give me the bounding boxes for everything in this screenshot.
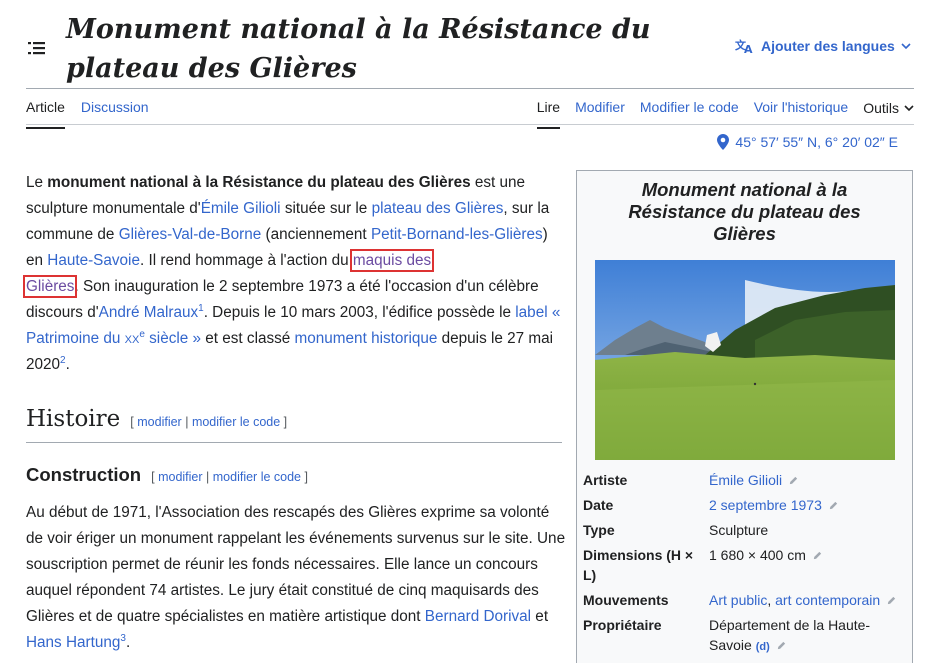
row-value: 2 septembre 1973 (709, 495, 908, 515)
wikidata-link[interactable]: (d) (756, 641, 770, 653)
bracket: [ (151, 470, 155, 484)
edit-section-link[interactable]: modifier (158, 470, 202, 484)
map-pin-icon (717, 134, 730, 150)
heading-text: Construction (26, 464, 142, 485)
text: . (65, 356, 70, 373)
infobox-row-proprietaire: Propriétaire Département de la Haute-Sav… (583, 615, 908, 657)
heading-text: Histoire (26, 406, 121, 432)
add-languages-label: Ajouter des langues (761, 38, 895, 54)
construction-section: Au début de 1971, l'Association des resc… (26, 500, 566, 656)
link-maquis-des-glieres[interactable]: maquis des (349, 249, 435, 272)
row-value: Art public, art contemporain (709, 590, 908, 610)
subject-bold: monument national à la Résistance du pla… (47, 174, 471, 191)
title-divider (26, 88, 914, 89)
infobox-row-date: Date 2 septembre 1973 (583, 495, 908, 515)
text: et (531, 608, 549, 625)
row-label: Dimensions (H × L) (583, 547, 694, 583)
row-label: Mouvements (583, 592, 669, 608)
edit-section-source-link[interactable]: modifier le code (213, 470, 301, 484)
landscape-image (595, 260, 895, 460)
infobox-title: Monument national à la Résistance du pla… (628, 179, 861, 244)
row-label: Propriétaire (583, 617, 662, 633)
link-monument-historique[interactable]: monument historique (295, 330, 438, 347)
pencil-icon[interactable] (828, 500, 839, 511)
text: (anciennement (261, 226, 371, 243)
owner-value: Département de la Haute-Savoie (709, 617, 871, 653)
svg-text:A: A (744, 43, 753, 54)
row-value: Département de la Haute-Savoie (d) (709, 615, 908, 657)
row-label: Date (583, 497, 614, 513)
infobox-row-artiste: Artiste Émile Gilioli (583, 470, 908, 490)
link-date[interactable]: 2 septembre 1973 (709, 497, 822, 513)
edit-section-source-link[interactable]: modifier le code (192, 415, 280, 429)
text: xx (124, 330, 140, 347)
text: . (125, 634, 131, 651)
add-languages-button[interactable]: 文 A Ajouter des langues (735, 38, 911, 54)
infobox-row-dimensions: Dimensions (H × L) 1 680 × 400 cm (583, 545, 908, 585)
link-plateau-des-glieres[interactable]: plateau des Glières (372, 200, 504, 217)
table-of-contents-icon[interactable] (27, 39, 47, 57)
page-title: Monument national à la Résistance du pla… (66, 14, 651, 84)
pencil-icon[interactable] (812, 550, 823, 561)
construction-paragraph: Au début de 1971, l'Association des resc… (26, 500, 566, 656)
chevron-down-icon (904, 105, 914, 112)
link-emile-gilioli[interactable]: Émile Gilioli (201, 200, 281, 217)
separator: | (185, 415, 189, 429)
link-glieres-val-de-borne[interactable]: Glières-Val-de-Borne (119, 226, 262, 243)
text: et est classé (201, 330, 295, 347)
coordinates-text: 45° 57′ 55″ N, 6° 20′ 02″ E (735, 134, 898, 150)
link-artist[interactable]: Émile Gilioli (709, 472, 782, 488)
coordinates-link[interactable]: 45° 57′ 55″ N, 6° 20′ 02″ E (717, 134, 898, 150)
infobox-row-mouvements: Mouvements Art public, art contemporain (583, 590, 908, 610)
link-andre-malraux[interactable]: André Malraux (99, 304, 198, 321)
bracket: ] (283, 415, 288, 429)
dimensions-value: 1 680 × 400 cm (709, 547, 806, 563)
link-hans-hartung[interactable]: Hans Hartung (26, 634, 120, 651)
bracket: ] (304, 470, 308, 484)
text: siècle » (144, 330, 202, 347)
monument-photo[interactable] (595, 260, 895, 460)
link-haute-savoie[interactable]: Haute-Savoie (47, 252, 140, 269)
edit-section-link[interactable]: modifier (137, 415, 181, 429)
chevron-down-icon (901, 43, 911, 50)
pencil-icon[interactable] (886, 595, 897, 606)
link-maquis-des-glieres-cont[interactable]: Glières (22, 275, 78, 298)
link-art-public[interactable]: Art public (709, 592, 767, 608)
pencil-icon[interactable] (776, 640, 787, 651)
separator: | (206, 470, 210, 484)
infobox-rows: Artiste Émile Gilioli Date 2 septembre 1… (583, 470, 908, 662)
bracket: [ (130, 415, 134, 429)
infobox: Monument national à la Résistance du pla… (576, 170, 913, 663)
link-art-contemporain[interactable]: art contemporain (775, 592, 880, 608)
text: Le (26, 174, 48, 191)
row-label: Type (583, 522, 615, 538)
row-value: Émile Gilioli (709, 470, 908, 490)
row-value: 1 680 × 400 cm (709, 545, 908, 585)
intro-paragraph: Le monument national à la Résistance du … (22, 170, 566, 378)
article-intro: Le monument national à la Résistance du … (22, 170, 566, 378)
link-petit-bornand[interactable]: Petit-Bornand-les-Glières (371, 226, 543, 243)
section-heading-construction: Construction [ modifier | modifier le cod… (26, 464, 566, 486)
tools-label: Outils (863, 100, 899, 116)
row-label: Artiste (583, 472, 628, 488)
infobox-row-type: Type Sculpture (583, 520, 908, 540)
edit-section-links: [ modifier | modifier le code ] (130, 415, 287, 429)
link-bernard-dorival[interactable]: Bernard Dorival (425, 608, 531, 625)
tabs-divider (26, 124, 914, 125)
row-value: Sculpture (709, 522, 769, 538)
text: . Il rend hommage à l'action du (139, 252, 353, 269)
pencil-icon[interactable] (788, 475, 799, 486)
edit-section-links: [ modifier | modifier le code ] (151, 470, 308, 484)
text: . Depuis le 10 mars 2003, l'édifice poss… (203, 304, 516, 321)
language-icon: 文 A (735, 38, 753, 54)
text: Au début de 1971, l'Association des resc… (26, 504, 566, 625)
section-heading-histoire: Histoire [ modifier | modifier le code ] (26, 406, 562, 443)
text: située sur le (280, 200, 372, 217)
separator: , (767, 592, 776, 608)
